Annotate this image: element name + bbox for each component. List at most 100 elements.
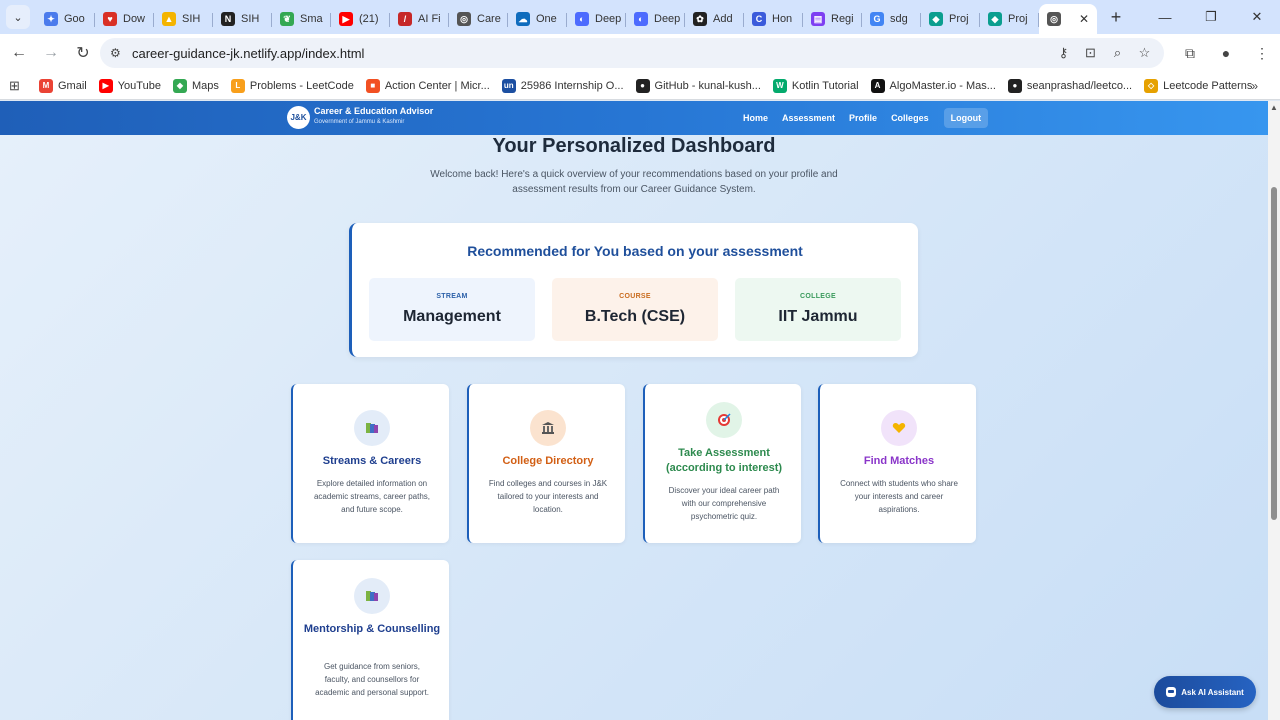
apps-grid-icon[interactable]: ⊞ <box>9 78 27 94</box>
new-tab-button[interactable]: + <box>1103 4 1129 30</box>
active-browser-tab[interactable]: ◎ ✕ <box>1039 4 1097 34</box>
feature-card-streams[interactable]: Streams & Careers Explore detailed infor… <box>291 384 449 543</box>
bookmark-algomaster[interactable]: A AlgoMaster.io - Mas... <box>870 78 996 93</box>
feature-card-assessment[interactable]: Take Assessment (according to interest) … <box>643 384 801 543</box>
books-icon <box>354 578 390 614</box>
browser-tab[interactable]: ▲ SIH <box>154 5 213 33</box>
browser-tab[interactable]: ◎ Care <box>449 5 508 33</box>
browser-tab[interactable]: Gsdg <box>862 5 921 33</box>
feature-title: Find Matches <box>863 455 935 467</box>
install-app-icon[interactable]: ⊡ <box>1077 45 1104 61</box>
youtube-icon: ▶ <box>98 78 113 93</box>
tab-list: ✦ Goo ♥ Dow ▲ SIH N SIH ❦ Sma ▶ (21) / AI Fi ◎ C… <box>36 0 1097 34</box>
bookmark-internship[interactable]: un 25986 Internship O... <box>501 78 624 93</box>
globe-icon: ◎ <box>1047 12 1061 26</box>
site-nav-links: Home Assessment Profile Colleges Logout <box>736 101 989 135</box>
cloud-icon: ☁ <box>516 12 530 26</box>
gmail-icon: M <box>39 78 53 93</box>
site-info-icon[interactable]: ⚙ <box>110 46 126 60</box>
profile-icon[interactable]: ● <box>1208 45 1244 61</box>
bookmark-star-icon[interactable]: ☆ <box>1131 45 1158 61</box>
tab-search-chevron-icon[interactable]: ⌄ <box>6 5 30 29</box>
bookmark-leetcode-patterns[interactable]: ◇ Leetcode Patterns <box>1144 78 1252 93</box>
bookmark-kotlin[interactable]: W Kotlin Tutorial <box>772 78 859 93</box>
bookmark-github-kunal[interactable]: ● GitHub - kunal-kush... <box>635 78 761 93</box>
browser-tab[interactable]: N SIH <box>213 5 272 33</box>
github-icon: ● <box>1007 78 1022 93</box>
forward-icon[interactable]: → <box>36 38 66 68</box>
browser-tab[interactable]: ✿ Add <box>685 5 744 33</box>
openai-icon: ✿ <box>693 12 707 26</box>
bookmark-maps[interactable]: ◆ Maps <box>172 78 219 93</box>
nav-colleges[interactable]: Colleges <box>884 113 936 123</box>
feature-card-college-directory[interactable]: College Directory Find colleges and cour… <box>467 384 625 543</box>
site-navbar: J&K Career & Education Advisor Governmen… <box>0 101 1268 135</box>
browser-tab[interactable]: ❦ Sma <box>272 5 331 33</box>
bank-icon <box>530 410 566 446</box>
recommendation-card: Recommended for You based on your assess… <box>349 223 918 357</box>
feature-card-mentorship[interactable]: Mentorship & Counselling Get guidance fr… <box>291 560 449 720</box>
browser-tab[interactable]: ☁ One <box>508 5 567 33</box>
extensions-icon[interactable]: ⧉ <box>1172 45 1208 62</box>
minimize-icon[interactable]: — <box>1142 0 1188 34</box>
close-tab-icon[interactable]: ✕ <box>1079 12 1089 26</box>
browser-tab[interactable]: / AI Fi <box>390 5 449 33</box>
page-scrollbar[interactable]: ▲ <box>1268 101 1280 720</box>
ask-ai-assistant-button[interactable]: Ask AI Assistant <box>1154 676 1256 708</box>
algomaster-icon: A <box>870 78 885 93</box>
browser-tab[interactable]: ◆ Proj <box>921 5 980 33</box>
address-bar[interactable]: ⚙ career-guidance-jk.netlify.app/index.h… <box>100 38 1164 68</box>
recommended-college: COLLEGE IIT Jammu <box>735 278 901 341</box>
logout-button[interactable]: Logout <box>943 108 989 128</box>
feature-title: Mentorship & Counselling <box>303 623 441 635</box>
c-icon: C <box>752 12 766 26</box>
books-icon <box>354 410 390 446</box>
form-icon: ▤ <box>811 12 825 26</box>
microsoft-icon: ■ <box>365 78 380 93</box>
stream-label: STREAM <box>436 293 468 300</box>
scrollbar-thumb[interactable] <box>1271 187 1277 520</box>
stream-value: Management <box>403 308 501 325</box>
course-value: B.Tech (CSE) <box>584 308 686 325</box>
browser-tab[interactable]: ▶ (21) <box>331 5 390 33</box>
back-icon[interactable]: ← <box>4 38 34 68</box>
diamond-icon: ◆ <box>988 12 1002 26</box>
more-bookmarks-icon[interactable]: » <box>1251 79 1258 93</box>
scroll-up-icon[interactable]: ▲ <box>1270 103 1278 112</box>
password-key-icon[interactable]: ⚷ <box>1050 45 1077 61</box>
globe-icon: ◎ <box>457 12 471 26</box>
feature-card-find-matches[interactable]: Find Matches Connect with students who s… <box>818 384 976 543</box>
maximize-icon[interactable]: ❐ <box>1188 0 1234 34</box>
bookmark-gmail[interactable]: M Gmail <box>39 78 87 93</box>
browser-tab[interactable]: C Hon <box>744 5 803 33</box>
browser-tab[interactable]: ◐ Deep <box>567 5 626 33</box>
feature-description: Discover your ideal career path with our… <box>668 486 780 521</box>
more-menu-icon[interactable]: ⋮ <box>1244 45 1280 62</box>
browser-tab[interactable]: ◐ Deep <box>626 5 685 33</box>
zoom-icon[interactable]: ⌕ <box>1104 45 1131 61</box>
tab-strip: ⌄ ✦ Goo ♥ Dow ▲ SIH N SIH ❦ Sma ▶ (21) / AI Fi … <box>0 0 1280 34</box>
browser-tab[interactable]: ✦ Goo <box>36 5 95 33</box>
browser-tab[interactable]: ◆ Proj <box>980 5 1039 33</box>
bookmark-leetcode[interactable]: L Problems - LeetCode <box>230 78 354 93</box>
college-value: IIT Jammu <box>778 308 858 325</box>
nav-home[interactable]: Home <box>736 113 775 123</box>
recommended-course: COURSE B.Tech (CSE) <box>552 278 718 341</box>
bookmark-youtube[interactable]: ▶ YouTube <box>98 78 161 93</box>
nav-assessment[interactable]: Assessment <box>775 113 842 123</box>
bookmark-action-center[interactable]: ■ Action Center | Micr... <box>365 78 490 93</box>
youtube-icon: ▶ <box>339 12 353 26</box>
site-logo[interactable]: J&K <box>287 106 310 129</box>
url-text[interactable]: career-guidance-jk.netlify.app/index.htm… <box>132 46 364 61</box>
address-bar-actions: ⚷ ⊡ ⌕ ☆ <box>1050 38 1158 68</box>
unstop-icon: un <box>501 78 516 93</box>
nav-profile[interactable]: Profile <box>842 113 884 123</box>
gemini-icon: ✦ <box>44 12 58 26</box>
close-window-icon[interactable]: ✕ <box>1234 0 1280 34</box>
bookmark-seanprashad[interactable]: ● seanprashad/leetco... <box>1007 78 1132 93</box>
heart-hands-icon <box>881 410 917 446</box>
browser-tab[interactable]: ♥ Dow <box>95 5 154 33</box>
browser-tab[interactable]: ▤ Regi <box>803 5 862 33</box>
deepseek-icon: ◐ <box>634 12 648 26</box>
reload-icon[interactable]: ↻ <box>68 38 98 68</box>
